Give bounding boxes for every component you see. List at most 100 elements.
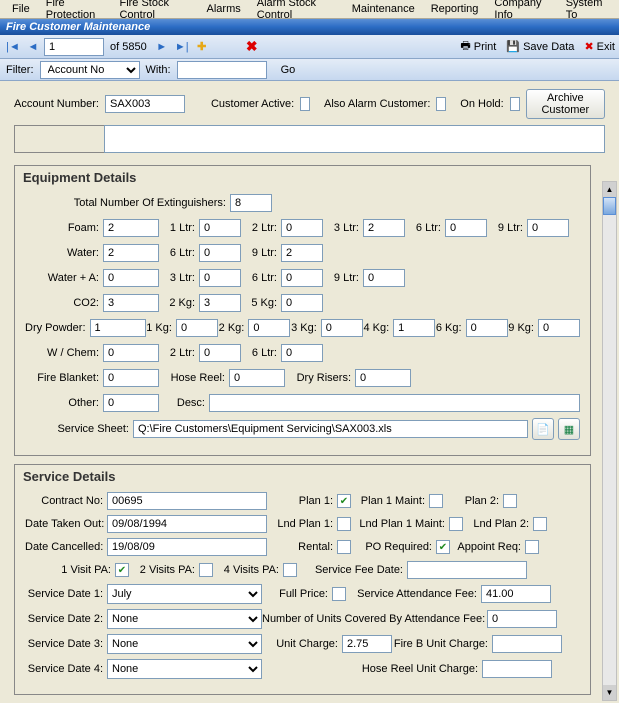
scroll-down-arrow[interactable]: ▼ bbox=[603, 685, 616, 700]
prev-record-button[interactable]: ◄ bbox=[24, 38, 42, 56]
sd3-select[interactable]: None bbox=[107, 634, 262, 654]
dry-input[interactable] bbox=[90, 319, 146, 337]
foam-3l-input[interactable] bbox=[363, 219, 405, 237]
water-6l-label: 6 Ltr: bbox=[159, 247, 199, 259]
date-cancelled-input[interactable] bbox=[107, 538, 267, 556]
water-6l-input[interactable] bbox=[199, 244, 241, 262]
dryrisers-input[interactable] bbox=[355, 369, 411, 387]
sfdate-input[interactable] bbox=[407, 561, 527, 579]
appoint-checkbox[interactable] bbox=[525, 540, 539, 554]
unitch-label: Unit Charge: bbox=[262, 638, 342, 650]
dry-9kg-input[interactable] bbox=[538, 319, 580, 337]
rental-checkbox[interactable] bbox=[337, 540, 351, 554]
fireblanket-input[interactable] bbox=[103, 369, 159, 387]
sd2-select[interactable]: None bbox=[107, 609, 262, 629]
first-record-button[interactable]: |◄ bbox=[4, 38, 22, 56]
filter-with-input[interactable] bbox=[177, 61, 267, 79]
foam-6l-input[interactable] bbox=[445, 219, 487, 237]
water-label: Water: bbox=[25, 247, 103, 259]
notes-input[interactable] bbox=[104, 125, 605, 153]
on-hold-checkbox[interactable] bbox=[510, 97, 520, 111]
saf-input[interactable] bbox=[481, 585, 551, 603]
filter-with-label: With: bbox=[146, 64, 171, 76]
plan2-checkbox[interactable] bbox=[503, 494, 517, 508]
wchem-2l-input[interactable] bbox=[199, 344, 241, 362]
on-hold-label: On Hold: bbox=[460, 98, 503, 110]
firebunit-input[interactable] bbox=[492, 635, 562, 653]
dry-4kg-input[interactable] bbox=[393, 319, 435, 337]
dry-9kg-label: 9 Kg: bbox=[508, 322, 538, 334]
co2-5kg-input[interactable] bbox=[281, 294, 323, 312]
dry-2kg-input[interactable] bbox=[248, 319, 290, 337]
dry-6kg-input[interactable] bbox=[466, 319, 508, 337]
hosereelunit-input[interactable] bbox=[482, 660, 552, 678]
total-ext-input[interactable] bbox=[230, 194, 272, 212]
foam-2l-input[interactable] bbox=[281, 219, 323, 237]
watera-input[interactable] bbox=[103, 269, 159, 287]
open-excel-button[interactable]: ▦ bbox=[558, 418, 580, 440]
lndplan1-checkbox[interactable] bbox=[337, 517, 351, 531]
other-input[interactable] bbox=[103, 394, 159, 412]
watera-6l-input[interactable] bbox=[281, 269, 323, 287]
wchem-6l-input[interactable] bbox=[281, 344, 323, 362]
fullprice-checkbox[interactable] bbox=[332, 587, 346, 601]
watera-9l-input[interactable] bbox=[363, 269, 405, 287]
menu-item[interactable]: Alarms bbox=[199, 1, 249, 17]
save-data-button[interactable]: 💾Save Data bbox=[506, 40, 574, 53]
v2-label: 2 Visits PA: bbox=[129, 564, 199, 576]
next-record-button[interactable]: ► bbox=[153, 38, 171, 56]
co2-2kg-input[interactable] bbox=[199, 294, 241, 312]
foam-1l-input[interactable] bbox=[199, 219, 241, 237]
also-alarm-checkbox[interactable] bbox=[436, 97, 446, 111]
watera-3l-input[interactable] bbox=[199, 269, 241, 287]
filter-field-select[interactable]: Account No bbox=[40, 61, 140, 79]
v1-checkbox[interactable]: ✔ bbox=[115, 563, 129, 577]
print-button[interactable]: 🖶Print bbox=[460, 37, 496, 56]
sd4-select[interactable]: None bbox=[107, 659, 262, 679]
vertical-scrollbar[interactable]: ▲ ▼ bbox=[602, 181, 617, 701]
unitch-input[interactable] bbox=[342, 635, 392, 653]
menu-item[interactable]: File bbox=[4, 1, 38, 17]
date-taken-input[interactable] bbox=[107, 515, 267, 533]
plan1-checkbox[interactable]: ✔ bbox=[337, 494, 351, 508]
plan1maint-checkbox[interactable] bbox=[429, 494, 443, 508]
unitscov-input[interactable] bbox=[487, 610, 557, 628]
foam-9l-input[interactable] bbox=[527, 219, 569, 237]
scroll-thumb[interactable] bbox=[603, 197, 616, 215]
lndplan1maint-checkbox[interactable] bbox=[449, 517, 463, 531]
archive-customer-button[interactable]: Archive Customer bbox=[526, 89, 605, 119]
contract-no-input[interactable] bbox=[107, 492, 267, 510]
wchem-input[interactable] bbox=[103, 344, 159, 362]
desc-input[interactable] bbox=[209, 394, 580, 412]
dry-3kg-input[interactable] bbox=[321, 319, 363, 337]
co2-input[interactable] bbox=[103, 294, 159, 312]
sd1-select[interactable]: July bbox=[107, 584, 262, 604]
hosereel-input[interactable] bbox=[229, 369, 285, 387]
menu-item[interactable]: Reporting bbox=[423, 1, 487, 17]
last-record-button[interactable]: ►| bbox=[173, 38, 191, 56]
poreq-checkbox[interactable]: ✔ bbox=[436, 540, 450, 554]
delete-record-button[interactable]: ✖ bbox=[243, 38, 261, 56]
scroll-up-arrow[interactable]: ▲ bbox=[603, 182, 616, 197]
customer-active-checkbox[interactable] bbox=[300, 97, 310, 111]
record-number-input[interactable] bbox=[44, 38, 104, 56]
water-9l-input[interactable] bbox=[281, 244, 323, 262]
foam-input[interactable] bbox=[103, 219, 159, 237]
menu-item[interactable]: Alarm Stock Control bbox=[249, 0, 344, 23]
water-input[interactable] bbox=[103, 244, 159, 262]
menu-item[interactable]: Company Info bbox=[486, 0, 557, 23]
menu-item[interactable]: Maintenance bbox=[344, 1, 423, 17]
add-record-button[interactable]: ✚ bbox=[193, 38, 211, 56]
lndplan2-checkbox[interactable] bbox=[533, 517, 547, 531]
menu-item[interactable]: System To bbox=[558, 0, 615, 23]
exit-button[interactable]: ✖Exit bbox=[584, 40, 615, 53]
rental-label: Rental: bbox=[267, 541, 337, 553]
v2-checkbox[interactable] bbox=[199, 563, 213, 577]
filter-go-button[interactable]: Go bbox=[273, 64, 304, 76]
dry-1kg-input[interactable] bbox=[176, 319, 218, 337]
v4-checkbox[interactable] bbox=[283, 563, 297, 577]
servicesheet-input[interactable] bbox=[133, 420, 528, 438]
foam-2l-label: 2 Ltr: bbox=[241, 222, 281, 234]
browse-file-button[interactable]: 📄 bbox=[532, 418, 554, 440]
account-number-input[interactable] bbox=[105, 95, 185, 113]
